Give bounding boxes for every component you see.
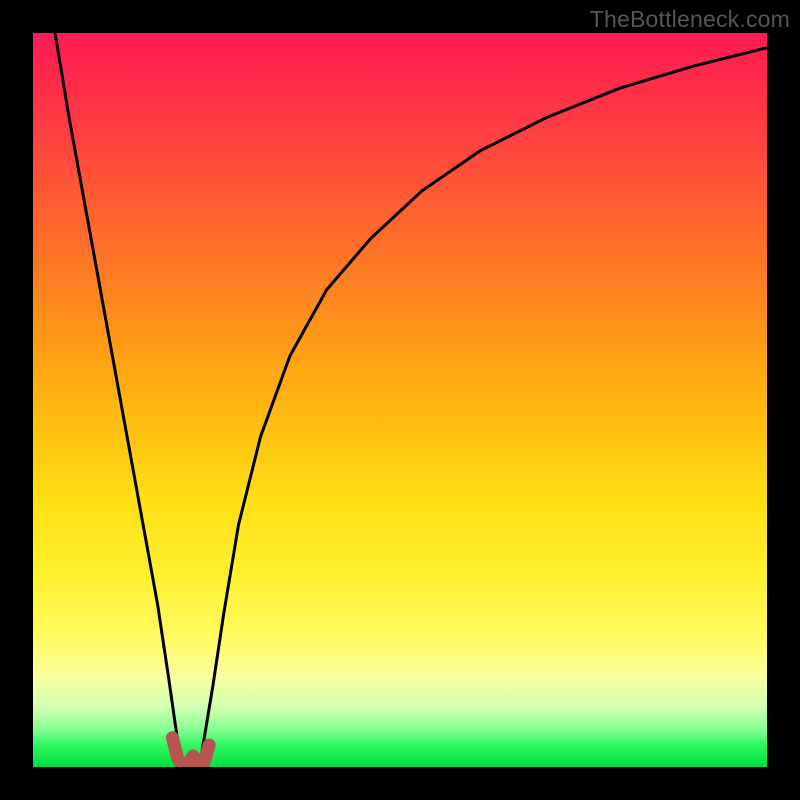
plot-area — [33, 33, 767, 767]
cusp-marker — [172, 738, 209, 765]
curve-left-branch — [55, 33, 183, 763]
curve-right-branch — [198, 48, 767, 764]
chart-frame: TheBottleneck.com — [0, 0, 800, 800]
watermark-label: TheBottleneck.com — [590, 6, 790, 33]
curve-layer — [33, 33, 767, 767]
